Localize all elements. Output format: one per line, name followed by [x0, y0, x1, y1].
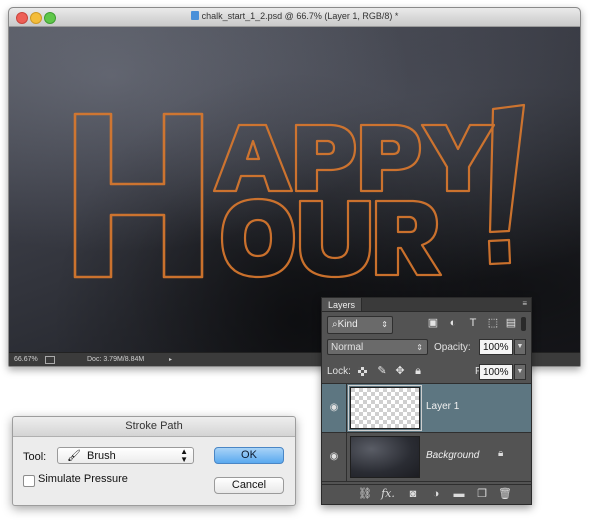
- eye-icon[interactable]: ◉: [322, 384, 347, 432]
- new-layer-icon[interactable]: ❐: [475, 488, 489, 500]
- artwork-letter-y: [420, 123, 496, 193]
- mask-icon[interactable]: ◙: [406, 488, 420, 500]
- document-titlebar: chalk_start_1_2.psd @ 66.7% (Layer 1, RG…: [9, 8, 580, 27]
- smartobject-filter-icon[interactable]: ▤: [505, 317, 517, 329]
- artwork-letter-p2: [359, 123, 422, 193]
- artwork-letter-p1: [294, 123, 357, 193]
- layer-list: ◉ Layer 1 ◉ Background 🔒︎: [322, 384, 531, 484]
- opacity-label: Opacity:: [434, 342, 471, 353]
- eye-icon[interactable]: ◉: [322, 433, 347, 481]
- kind-filter-label: Kind: [337, 319, 358, 330]
- adjustment-icon[interactable]: ◑: [429, 488, 443, 500]
- shape-filter-icon[interactable]: ⬚: [487, 317, 499, 329]
- fx-icon[interactable]: fx.: [381, 488, 395, 500]
- layer-thumbnail: [350, 436, 420, 478]
- layer-row-background[interactable]: ◉ Background 🔒︎: [322, 433, 531, 482]
- artwork-letter-r: [374, 199, 443, 277]
- status-menu-arrow[interactable]: ▸: [169, 356, 172, 363]
- simulate-pressure-checkbox[interactable]: [23, 475, 35, 487]
- artwork-letter-h: [73, 112, 204, 279]
- psd-file-icon: [190, 11, 199, 20]
- document-size: Doc: 3.79M/8.84M: [87, 356, 145, 363]
- brush-icon: 🖌︎: [67, 450, 81, 462]
- layers-panel-footer: ⛓ fx. ◙ ◑ ▬ ❐ 🗑︎: [322, 484, 531, 504]
- artwork-letter-o: [220, 197, 296, 279]
- tool-value: Brush: [87, 450, 116, 462]
- fill-dropdown-icon[interactable]: ▼: [514, 364, 526, 380]
- image-filter-icon[interactable]: ▣: [427, 317, 439, 329]
- cancel-button[interactable]: Cancel: [214, 477, 284, 494]
- ok-button[interactable]: OK: [214, 447, 284, 464]
- artwork-letter-a: [212, 123, 294, 193]
- lock-label: Lock:: [327, 366, 351, 377]
- link-icon[interactable]: ⛓: [358, 488, 372, 500]
- blend-mode-value: Normal: [331, 342, 364, 353]
- panel-menu-icon[interactable]: ≡: [522, 299, 527, 308]
- blend-mode-select[interactable]: Normal ⇕: [327, 339, 428, 355]
- fill-field[interactable]: 100%: [479, 364, 513, 380]
- layer-lock-icon: 🔒︎: [498, 448, 504, 459]
- kind-filter-select[interactable]: ⌕Kind ⇕: [327, 316, 393, 334]
- lock-all-icon[interactable]: 🔒︎: [412, 365, 424, 377]
- updown-arrows-icon: ▲ ▼: [180, 447, 188, 464]
- updown-arrows-icon: ⇕: [381, 320, 388, 329]
- filter-toggle-switch[interactable]: [521, 317, 526, 331]
- blend-row: Normal ⇕ Opacity: 100% ▼: [322, 338, 531, 358]
- layer-name: Background: [426, 450, 480, 461]
- layer-thumbnail: [348, 385, 422, 431]
- artwork-exclamation: [487, 103, 526, 266]
- simulate-pressure-label[interactable]: Simulate Pressure: [38, 473, 128, 485]
- tool-label: Tool:: [23, 451, 47, 463]
- layers-panel: Layers ≡ ⌕Kind ⇕ ▣ ◐ T ⬚ ▤ Normal ⇕ Opac…: [321, 297, 532, 505]
- type-filter-icon[interactable]: T: [467, 317, 479, 329]
- tool-select[interactable]: 🖌︎ Brush ▲ ▼: [57, 447, 194, 464]
- layers-panel-header: Layers ≡: [322, 298, 531, 312]
- opacity-dropdown-icon[interactable]: ▼: [514, 339, 526, 355]
- opacity-field[interactable]: 100%: [479, 339, 513, 355]
- lock-position-icon[interactable]: ✥: [394, 365, 406, 377]
- lock-image-brush-icon[interactable]: ✎: [376, 365, 388, 377]
- adjustment-filter-icon[interactable]: ◐: [447, 317, 459, 329]
- lock-transparent-icon[interactable]: [358, 367, 367, 376]
- trash-icon[interactable]: 🗑︎: [498, 488, 512, 500]
- dialog-title: Stroke Path: [13, 417, 295, 437]
- zoom-level[interactable]: 66.67%: [14, 356, 38, 363]
- updown-arrows-icon: ⇕: [416, 343, 423, 352]
- layers-tab[interactable]: Layers: [322, 298, 363, 311]
- artwork-letter-u: [298, 199, 372, 279]
- status-info-icon: [45, 356, 55, 364]
- folder-icon[interactable]: ▬: [452, 488, 466, 500]
- layer-name: Layer 1: [426, 401, 460, 412]
- document-title-wrap: chalk_start_1_2.psd @ 66.7% (Layer 1, RG…: [9, 11, 580, 21]
- lock-row: Lock: ✎ ✥ 🔒︎ Fill: 100% ▼: [322, 361, 531, 384]
- document-title: chalk_start_1_2.psd @ 66.7% (Layer 1, RG…: [201, 11, 399, 21]
- layer-filter-row: ⌕Kind ⇕ ▣ ◐ T ⬚ ▤: [322, 315, 531, 335]
- layer-row-layer-1[interactable]: ◉ Layer 1: [322, 384, 531, 433]
- stroke-path-dialog: Stroke Path Tool: 🖌︎ Brush ▲ ▼ Simulate P…: [12, 416, 296, 506]
